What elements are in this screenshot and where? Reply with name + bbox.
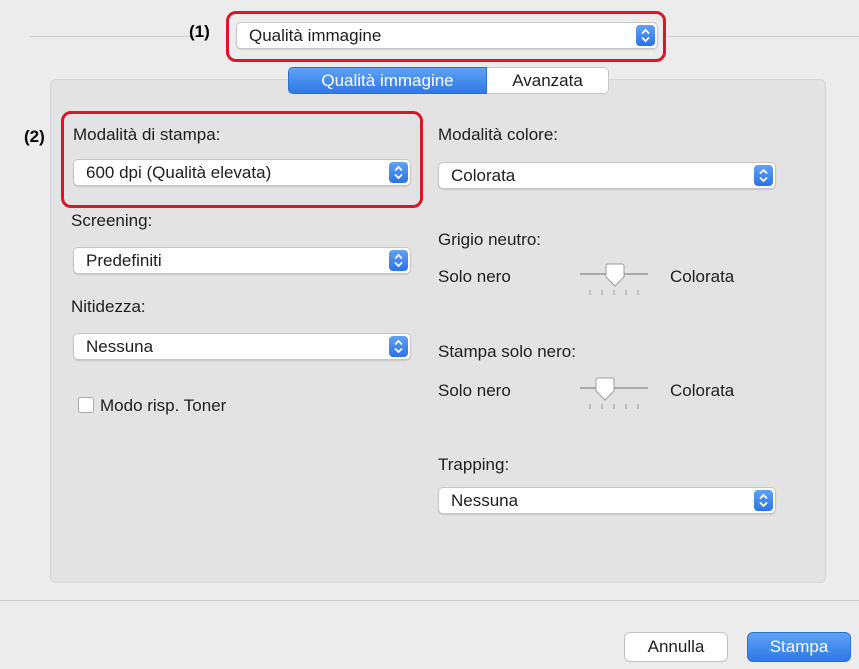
toner-save-checkbox[interactable]: [78, 397, 94, 413]
top-divider-left: [30, 36, 205, 37]
color-mode-value: Colorata: [451, 166, 516, 185]
callout-1-label: (1): [189, 22, 210, 41]
top-divider-right: [668, 36, 859, 37]
callout-2-highlight: [61, 111, 423, 208]
screening-value: Predefiniti: [86, 251, 162, 270]
black-only-label: Stampa solo nero:: [438, 342, 576, 361]
callout-2-label: (2): [24, 127, 45, 146]
tab-avanzata[interactable]: Avanzata: [487, 67, 609, 94]
chevron-updown-icon: [389, 250, 408, 271]
trapping-label: Trapping:: [438, 455, 510, 474]
color-mode-label: Modalità colore:: [438, 125, 559, 144]
chevron-updown-icon: [389, 336, 408, 357]
black-only-slider[interactable]: [578, 376, 650, 412]
cancel-button[interactable]: Annulla: [624, 632, 728, 662]
callout-1-highlight: [226, 11, 666, 62]
black-only-min-label: Solo nero: [438, 381, 511, 400]
neutral-gray-label: Grigio neutro:: [438, 230, 541, 249]
print-button[interactable]: Stampa: [747, 632, 851, 662]
screening-popup[interactable]: Predefiniti: [73, 247, 411, 274]
toner-save-label: Modo risp. Toner: [100, 396, 227, 415]
sharpness-popup[interactable]: Nessuna: [73, 333, 411, 360]
black-only-max-label: Colorata: [670, 381, 735, 400]
color-mode-popup[interactable]: Colorata: [438, 162, 776, 189]
tab-qualita-immagine[interactable]: Qualità immagine: [288, 67, 487, 94]
neutral-gray-slider[interactable]: [578, 262, 650, 298]
bottom-divider: [0, 600, 859, 601]
neutral-gray-min-label: Solo nero: [438, 267, 511, 286]
sharpness-value: Nessuna: [86, 337, 154, 356]
screening-label: Screening:: [71, 211, 153, 230]
chevron-updown-icon: [754, 165, 773, 186]
trapping-value: Nessuna: [451, 491, 519, 510]
sharpness-label: Nitidezza:: [71, 297, 146, 316]
chevron-updown-icon: [754, 490, 773, 511]
neutral-gray-max-label: Colorata: [670, 267, 735, 286]
trapping-popup[interactable]: Nessuna: [438, 487, 776, 514]
